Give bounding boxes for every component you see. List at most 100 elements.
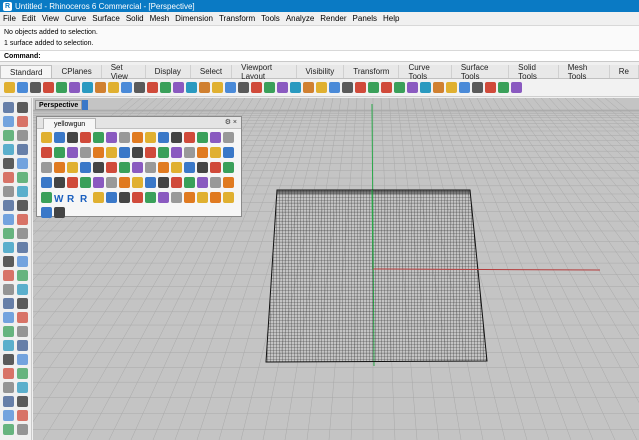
panel-tool-icon[interactable] xyxy=(93,192,104,203)
panel-tool-icon[interactable] xyxy=(223,177,234,188)
zoom-window-icon[interactable] xyxy=(160,82,171,93)
left-tool-icon[interactable] xyxy=(17,228,28,239)
panel-tool-icon[interactable] xyxy=(184,162,195,173)
command-input[interactable] xyxy=(43,51,604,61)
tab-visibility[interactable]: Visibility xyxy=(297,65,345,78)
bulb-icon[interactable] xyxy=(264,82,275,93)
panel-tool-icon[interactable] xyxy=(171,132,182,143)
left-tool-icon[interactable] xyxy=(3,382,14,393)
left-tool-icon[interactable] xyxy=(17,368,28,379)
toolbar-tool-icon[interactable] xyxy=(433,82,444,93)
panel-tool-icon[interactable] xyxy=(197,147,208,158)
toolbar-tool-icon[interactable] xyxy=(498,82,509,93)
left-tool-icon[interactable] xyxy=(17,102,28,113)
cut-icon[interactable] xyxy=(69,82,80,93)
left-tool-icon[interactable] xyxy=(3,228,14,239)
panel-tool-icon[interactable] xyxy=(171,162,182,173)
left-tool-icon[interactable] xyxy=(3,368,14,379)
panel-tool-icon[interactable] xyxy=(210,162,221,173)
left-tool-icon[interactable] xyxy=(17,298,28,309)
menu-item-analyze[interactable]: Analyze xyxy=(286,14,314,23)
menu-item-help[interactable]: Help xyxy=(383,14,399,23)
panel-tool-icon[interactable] xyxy=(184,177,195,188)
undo-icon[interactable] xyxy=(108,82,119,93)
import-icon[interactable] xyxy=(56,82,67,93)
left-tool-icon[interactable] xyxy=(17,144,28,155)
grid-icon[interactable] xyxy=(212,82,223,93)
panel-tool-icon[interactable] xyxy=(106,147,117,158)
panel-tool-icon[interactable] xyxy=(197,162,208,173)
new-icon[interactable] xyxy=(4,82,15,93)
panel-tool-icon[interactable] xyxy=(41,162,52,173)
panel-tool-icon[interactable] xyxy=(67,177,78,188)
panel-tool-icon[interactable] xyxy=(158,177,169,188)
panel-tool-icon[interactable] xyxy=(119,162,130,173)
sun-icon[interactable] xyxy=(316,82,327,93)
panel-tool-icon[interactable] xyxy=(197,177,208,188)
panel-tool-icon[interactable] xyxy=(184,147,195,158)
panel-tool-icon[interactable] xyxy=(54,147,65,158)
panel-tool-icon[interactable] xyxy=(158,132,169,143)
panel-tool-icon[interactable] xyxy=(54,177,65,188)
left-tool-icon[interactable] xyxy=(3,270,14,281)
panel-tool-icon[interactable] xyxy=(119,147,130,158)
left-tool-icon[interactable] xyxy=(17,242,28,253)
toolbar-tool-icon[interactable] xyxy=(485,82,496,93)
left-tool-icon[interactable] xyxy=(17,410,28,421)
panel-tool-icon[interactable] xyxy=(210,192,221,203)
render-icon[interactable] xyxy=(290,82,301,93)
panel-tool-icon[interactable] xyxy=(41,147,52,158)
tab-viewport-layout[interactable]: Viewport Layout xyxy=(232,63,297,81)
viewport-menu-arrow-icon[interactable] xyxy=(82,100,88,110)
left-tool-icon[interactable] xyxy=(3,116,14,127)
left-tool-icon[interactable] xyxy=(3,214,14,225)
left-tool-icon[interactable] xyxy=(3,284,14,295)
panel-tool-icon[interactable] xyxy=(158,162,169,173)
panel-tool-icon[interactable] xyxy=(171,192,182,203)
panel-tool-icon[interactable] xyxy=(106,177,117,188)
panel-tool-icon[interactable] xyxy=(223,192,234,203)
network-icon[interactable] xyxy=(355,82,366,93)
left-tool-icon[interactable] xyxy=(17,158,28,169)
left-tool-icon[interactable] xyxy=(3,326,14,337)
menu-item-surface[interactable]: Surface xyxy=(92,14,120,23)
help-icon[interactable] xyxy=(368,82,379,93)
panel-tool-icon[interactable] xyxy=(132,162,143,173)
properties-icon[interactable] xyxy=(238,82,249,93)
left-tool-icon[interactable] xyxy=(3,256,14,267)
menu-item-solid[interactable]: Solid xyxy=(126,14,144,23)
toolbar-tool-icon[interactable] xyxy=(407,82,418,93)
panel-tool-icon[interactable] xyxy=(80,132,91,143)
panel-tool-icon[interactable] xyxy=(210,147,221,158)
tab-cplanes[interactable]: CPlanes xyxy=(52,65,102,78)
panel-tool-icon[interactable] xyxy=(158,192,169,203)
panel-tool-icon[interactable] xyxy=(223,162,234,173)
panel-tab[interactable]: yellowgun xyxy=(43,118,97,129)
panel-tool-icon[interactable] xyxy=(132,147,143,158)
panel-tool-icon[interactable] xyxy=(80,147,91,158)
print-icon[interactable] xyxy=(43,82,54,93)
panel-tool-icon[interactable] xyxy=(119,192,130,203)
panel-tool-icon[interactable] xyxy=(171,147,182,158)
left-tool-icon[interactable] xyxy=(17,172,28,183)
left-tool-icon[interactable] xyxy=(3,410,14,421)
panel-tool-icon[interactable] xyxy=(106,192,117,203)
panel-tool-icon[interactable] xyxy=(41,177,52,188)
panel-tool-icon[interactable] xyxy=(93,162,104,173)
panel-tool-icon[interactable] xyxy=(106,162,117,173)
menu-item-panels[interactable]: Panels xyxy=(353,14,377,23)
tab-re[interactable]: Re xyxy=(610,65,639,78)
panel-tool-icon[interactable] xyxy=(132,192,143,203)
environment-icon[interactable] xyxy=(329,82,340,93)
toolbar-tool-icon[interactable] xyxy=(446,82,457,93)
tab-select[interactable]: Select xyxy=(191,65,233,78)
panel-tool-icon[interactable] xyxy=(132,132,143,143)
panel-tool-icon[interactable] xyxy=(106,132,117,143)
panel-tool-icon[interactable] xyxy=(54,207,65,218)
left-tool-icon[interactable] xyxy=(3,424,14,435)
left-tool-icon[interactable] xyxy=(17,424,28,435)
panel-tool-icon[interactable] xyxy=(145,162,156,173)
panel-tool-icon[interactable] xyxy=(197,192,208,203)
panel-controls[interactable]: ⚙ × xyxy=(225,118,237,126)
menu-item-tools[interactable]: Tools xyxy=(261,14,280,23)
